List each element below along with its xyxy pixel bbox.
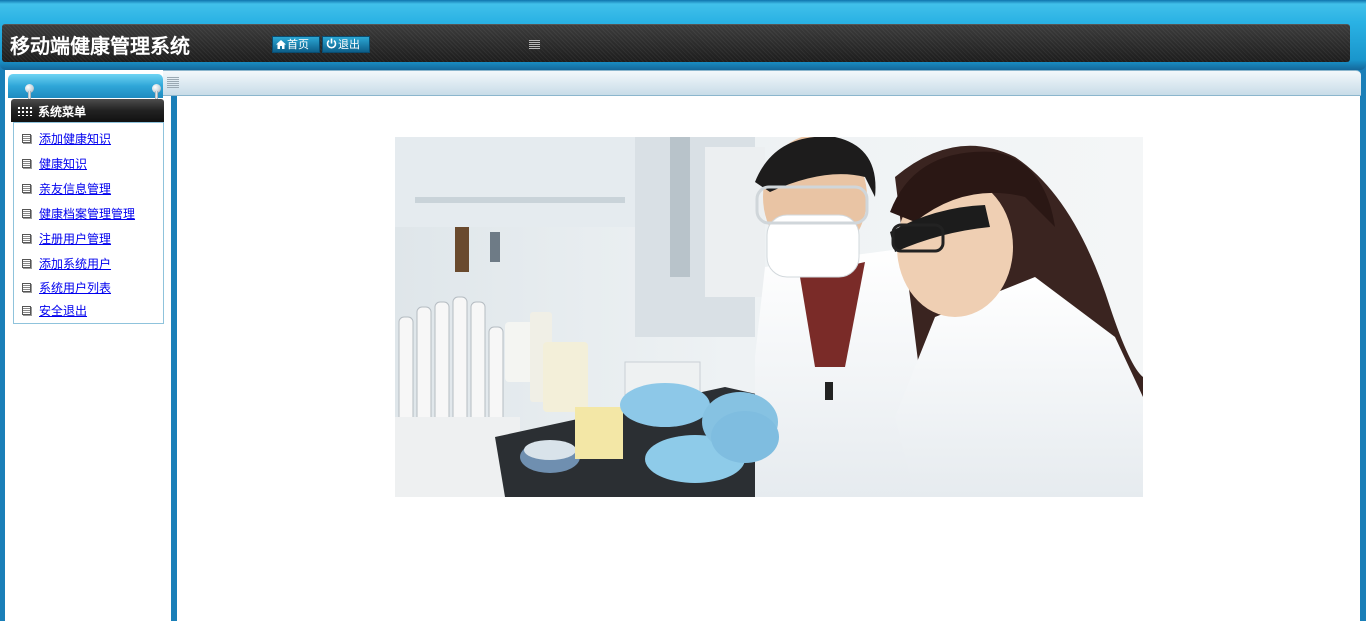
power-icon xyxy=(326,37,337,52)
sidebar-item-label[interactable]: 添加系统用户 xyxy=(39,255,111,272)
document-icon xyxy=(22,282,31,292)
sidebar-menu: 添加健康知识 健康知识 亲友信息管理 健康档案管理管理 注册用户管理 添加系统用… xyxy=(13,122,164,324)
menu-header[interactable]: 系统菜单 xyxy=(11,99,164,122)
document-icon xyxy=(22,183,31,193)
document-icon xyxy=(22,208,31,218)
lab-researchers-image xyxy=(395,137,1143,497)
sidebar-item-safe-exit[interactable]: 安全退出 xyxy=(22,302,87,318)
logout-button[interactable]: 退出 xyxy=(322,36,370,53)
sidebar-item-label[interactable]: 健康知识 xyxy=(39,155,87,172)
sidebar-item-registered-users[interactable]: 注册用户管理 xyxy=(22,230,111,246)
grid-icon xyxy=(17,106,33,116)
app-title: 移动端健康管理系统 xyxy=(10,34,190,58)
sidebar-item-label[interactable]: 系统用户列表 xyxy=(39,279,111,296)
document-icon xyxy=(22,258,31,268)
sidebar-item-label[interactable]: 添加健康知识 xyxy=(39,130,111,147)
sidebar-item-health-records[interactable]: 健康档案管理管理 xyxy=(22,205,135,221)
sidebar-item-label[interactable]: 安全退出 xyxy=(39,302,87,319)
sidebar-item-system-user-list[interactable]: 系统用户列表 xyxy=(22,279,111,295)
sidebar-tab xyxy=(8,74,163,105)
document-icon xyxy=(22,158,31,168)
document-icon xyxy=(22,305,31,315)
sidebar-item-label[interactable]: 亲友信息管理 xyxy=(39,180,111,197)
sidebar-item-add-system-user[interactable]: 添加系统用户 xyxy=(22,255,111,271)
main-content xyxy=(177,96,1360,621)
sidebar-item-add-health-knowledge[interactable]: 添加健康知识 xyxy=(22,130,111,146)
frame-right-border xyxy=(1360,96,1366,621)
splitter-handle-icon[interactable] xyxy=(529,40,540,50)
menu-header-label: 系统菜单 xyxy=(38,105,87,119)
collapse-handle-icon[interactable] xyxy=(167,77,179,89)
header-bar: 移动端健康管理系统 首页 退出 xyxy=(2,24,1350,62)
home-button[interactable]: 首页 xyxy=(272,36,320,53)
logout-button-label: 退出 xyxy=(338,38,360,51)
content-tab-bar xyxy=(163,70,1361,96)
sidebar-item-family-info[interactable]: 亲友信息管理 xyxy=(22,180,111,196)
sidebar-item-health-knowledge[interactable]: 健康知识 xyxy=(22,155,87,171)
sidebar-item-label[interactable]: 注册用户管理 xyxy=(39,230,111,247)
sidebar-item-label[interactable]: 健康档案管理管理 xyxy=(39,205,135,222)
document-icon xyxy=(22,133,31,143)
home-icon xyxy=(276,37,286,52)
home-button-label: 首页 xyxy=(287,38,309,51)
document-icon xyxy=(22,233,31,243)
top-frame: 移动端健康管理系统 首页 退出 xyxy=(0,0,1366,70)
